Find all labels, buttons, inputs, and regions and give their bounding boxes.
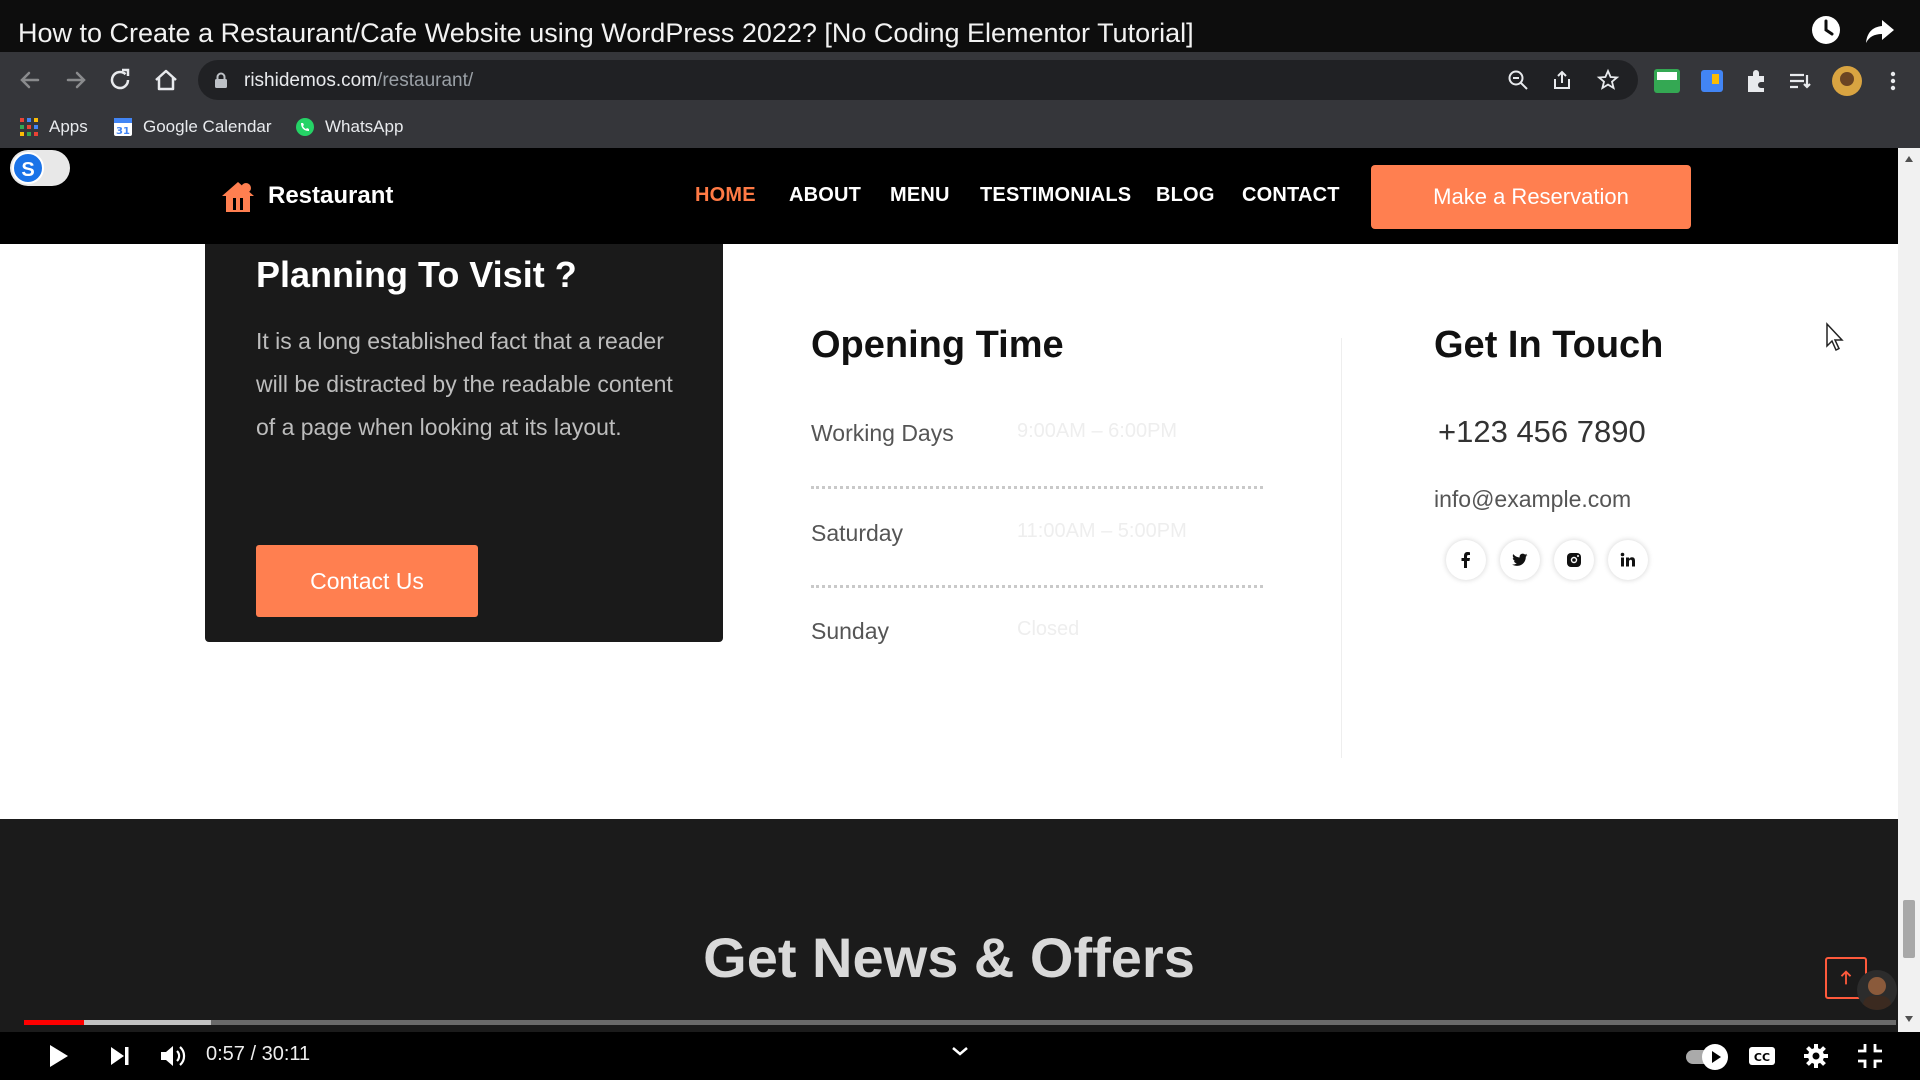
scroll-down-icon[interactable] bbox=[1904, 1014, 1914, 1024]
divider bbox=[811, 585, 1263, 588]
video-played-bar bbox=[24, 1020, 84, 1025]
email-address[interactable]: info@example.com bbox=[1434, 486, 1631, 513]
nav-testimonials[interactable]: TESTIMONIALS bbox=[980, 184, 1131, 207]
chevron-down-icon[interactable] bbox=[944, 1038, 976, 1070]
autoplay-toggle[interactable] bbox=[1684, 1040, 1728, 1072]
nav-menu[interactable]: MENU bbox=[890, 184, 950, 207]
home-icon[interactable] bbox=[150, 64, 182, 96]
twitter-button[interactable] bbox=[1500, 540, 1540, 580]
bookmark-apps[interactable]: Apps bbox=[18, 114, 88, 140]
hours-time: 9:00AM – 6:00PM bbox=[1017, 420, 1178, 442]
lock-icon[interactable] bbox=[214, 72, 228, 88]
scroll-thumb[interactable] bbox=[1903, 900, 1915, 958]
autoplay-play-icon bbox=[1712, 1051, 1721, 1063]
extensions-puzzle-icon[interactable] bbox=[1741, 66, 1771, 96]
instagram-icon bbox=[1567, 553, 1581, 567]
linkedin-icon bbox=[1620, 552, 1635, 567]
share-icon[interactable] bbox=[1862, 12, 1898, 48]
page-scrollbar[interactable] bbox=[1898, 148, 1920, 1032]
share-page-icon[interactable] bbox=[1550, 68, 1574, 92]
mouse-cursor-icon bbox=[1826, 322, 1844, 352]
url-text[interactable]: rishidemos.com/restaurant/ bbox=[244, 70, 473, 92]
video-title-bar: How to Create a Restaurant/Cafe Website … bbox=[0, 0, 1920, 52]
bookmark-apps-label: Apps bbox=[49, 117, 88, 136]
scroll-up-icon[interactable] bbox=[1904, 154, 1914, 164]
planning-visit-card: Planning To Visit ? It is a long establi… bbox=[205, 198, 723, 642]
video-title[interactable]: How to Create a Restaurant/Cafe Website … bbox=[18, 18, 1194, 49]
address-bar[interactable]: rishidemos.com/restaurant/ bbox=[198, 60, 1638, 100]
visit-body: It is a long established fact that a rea… bbox=[256, 328, 673, 440]
extension-toggle[interactable]: S bbox=[10, 150, 70, 186]
settings-gear-icon[interactable] bbox=[1800, 1040, 1832, 1072]
twitter-icon bbox=[1512, 553, 1528, 566]
contact-us-button[interactable]: Contact Us bbox=[256, 545, 478, 617]
opening-time-title: Opening Time bbox=[811, 324, 1064, 366]
bookmark-google-calendar-label: Google Calendar bbox=[143, 117, 272, 136]
restaurant-logo-icon bbox=[222, 182, 254, 212]
nav-home[interactable]: HOME bbox=[695, 184, 756, 207]
profile-avatar-icon[interactable] bbox=[1832, 66, 1862, 96]
get-in-touch-title: Get In Touch bbox=[1434, 324, 1664, 366]
hours-day: Sunday bbox=[811, 618, 890, 644]
watch-later-icon[interactable] bbox=[1808, 12, 1844, 48]
svg-text:CC: CC bbox=[1754, 1051, 1770, 1064]
reading-list-icon[interactable] bbox=[1785, 66, 1815, 96]
nav-blog[interactable]: BLOG bbox=[1156, 184, 1215, 207]
hours-time: Closed bbox=[1017, 618, 1080, 640]
back-icon[interactable] bbox=[14, 64, 46, 96]
next-icon[interactable] bbox=[104, 1040, 136, 1072]
bookmarks-bar: Apps 31 Google Calendar WhatsApp bbox=[0, 108, 1920, 144]
bookmark-google-calendar[interactable]: 31 Google Calendar bbox=[112, 114, 272, 140]
play-icon[interactable] bbox=[42, 1040, 74, 1072]
url-host: rishidemos.com bbox=[244, 70, 378, 91]
column-divider bbox=[1341, 338, 1342, 758]
exit-fullscreen-icon[interactable] bbox=[1854, 1040, 1886, 1072]
hours-row: Sunday Closed bbox=[811, 618, 1263, 650]
facebook-button[interactable] bbox=[1446, 540, 1486, 580]
browser-toolbar: rishidemos.com/restaurant/ Apps 31 Googl… bbox=[0, 52, 1920, 148]
hours-row: Working Days 9:00AM – 6:00PM bbox=[811, 420, 1263, 452]
facebook-icon bbox=[1461, 552, 1470, 568]
linkedin-button[interactable] bbox=[1608, 540, 1648, 580]
phone-number[interactable]: +123 456 7890 bbox=[1438, 414, 1646, 450]
svg-text:31: 31 bbox=[116, 126, 130, 137]
more-menu-icon[interactable] bbox=[1878, 66, 1908, 96]
apps-grid-icon bbox=[20, 118, 38, 136]
extension-blue-icon[interactable] bbox=[1697, 66, 1727, 96]
hours-day: Saturday bbox=[811, 520, 904, 546]
newsletter-section: Get News & Offers bbox=[0, 819, 1898, 1032]
whatsapp-icon bbox=[296, 118, 314, 136]
news-title: Get News & Offers bbox=[703, 926, 1195, 989]
video-time: 0:57 / 30:11 bbox=[206, 1043, 311, 1065]
bookmark-whatsapp-label: WhatsApp bbox=[325, 117, 404, 136]
hours-day: Working Days bbox=[811, 420, 954, 446]
instagram-button[interactable] bbox=[1554, 540, 1594, 580]
subtitles-icon[interactable]: CC bbox=[1746, 1040, 1778, 1072]
site-header: S Restaurant HOME ABOUT MENU TESTIMONIAL… bbox=[0, 148, 1898, 244]
hours-row: Saturday 11:00AM – 5:00PM bbox=[811, 520, 1263, 552]
zoom-icon[interactable] bbox=[1506, 68, 1530, 92]
nav-about[interactable]: ABOUT bbox=[789, 184, 861, 207]
website-viewport: Planning To Visit ? It is a long establi… bbox=[0, 148, 1898, 1032]
bookmark-star-icon[interactable] bbox=[1596, 68, 1620, 92]
bookmark-whatsapp[interactable]: WhatsApp bbox=[294, 114, 403, 140]
reload-icon[interactable] bbox=[104, 64, 136, 96]
presenter-avatar bbox=[1857, 970, 1897, 1010]
extension-sam-icon[interactable] bbox=[1652, 66, 1682, 96]
make-reservation-button[interactable]: Make a Reservation bbox=[1371, 165, 1691, 229]
player-controls: 0:57 / 30:11 CC bbox=[0, 1032, 1920, 1080]
site-logo[interactable]: Restaurant bbox=[218, 176, 393, 216]
url-path: /restaurant/ bbox=[377, 70, 474, 91]
forward-icon[interactable] bbox=[60, 64, 92, 96]
brand-name: Restaurant bbox=[268, 182, 394, 209]
divider bbox=[811, 486, 1263, 489]
toggle-knob: S bbox=[12, 152, 44, 184]
nav-contact[interactable]: CONTACT bbox=[1242, 184, 1340, 207]
volume-icon[interactable] bbox=[156, 1040, 188, 1072]
hours-time: 11:00AM – 5:00PM bbox=[1017, 520, 1187, 542]
visit-title: Planning To Visit ? bbox=[256, 254, 577, 295]
video-progress-bar[interactable] bbox=[24, 1020, 1896, 1025]
google-calendar-icon: 31 bbox=[114, 118, 132, 137]
